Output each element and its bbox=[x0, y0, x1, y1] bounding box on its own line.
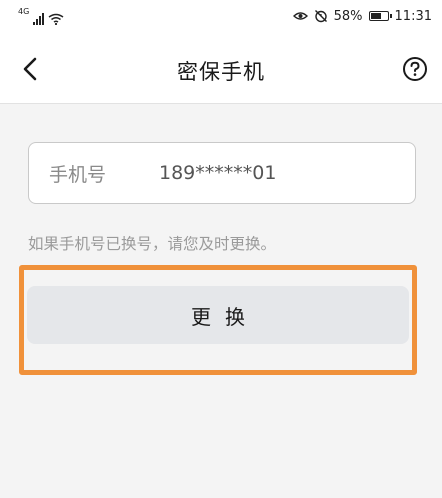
help-button[interactable] bbox=[400, 54, 430, 84]
change-button[interactable]: 更换 bbox=[27, 286, 409, 344]
battery-icon bbox=[368, 11, 392, 21]
page-title: 密保手机 bbox=[177, 60, 265, 84]
signal-icon bbox=[33, 13, 45, 25]
battery-percent: 58% bbox=[333, 8, 363, 24]
wifi-icon bbox=[48, 13, 64, 25]
status-left: 4G bbox=[18, 7, 64, 25]
eye-icon bbox=[292, 12, 308, 20]
hint-text: 如果手机号已换号，请您及时更换。 bbox=[28, 235, 277, 253]
phone-number-field: 手机号 189******01 bbox=[28, 142, 416, 204]
network-type-label: 4G bbox=[18, 7, 30, 16]
question-circle-icon bbox=[403, 57, 427, 81]
phone-label: 手机号 bbox=[49, 163, 107, 186]
alarm-off-icon bbox=[314, 10, 327, 23]
clock-time: 11:31 bbox=[394, 8, 432, 24]
nav-bar: 密保手机 bbox=[0, 34, 442, 104]
status-right: 58% 11:31 bbox=[292, 6, 432, 26]
phone-value: 189******01 bbox=[159, 162, 277, 184]
status-bar: 4G 58% 11:31 bbox=[0, 0, 442, 34]
